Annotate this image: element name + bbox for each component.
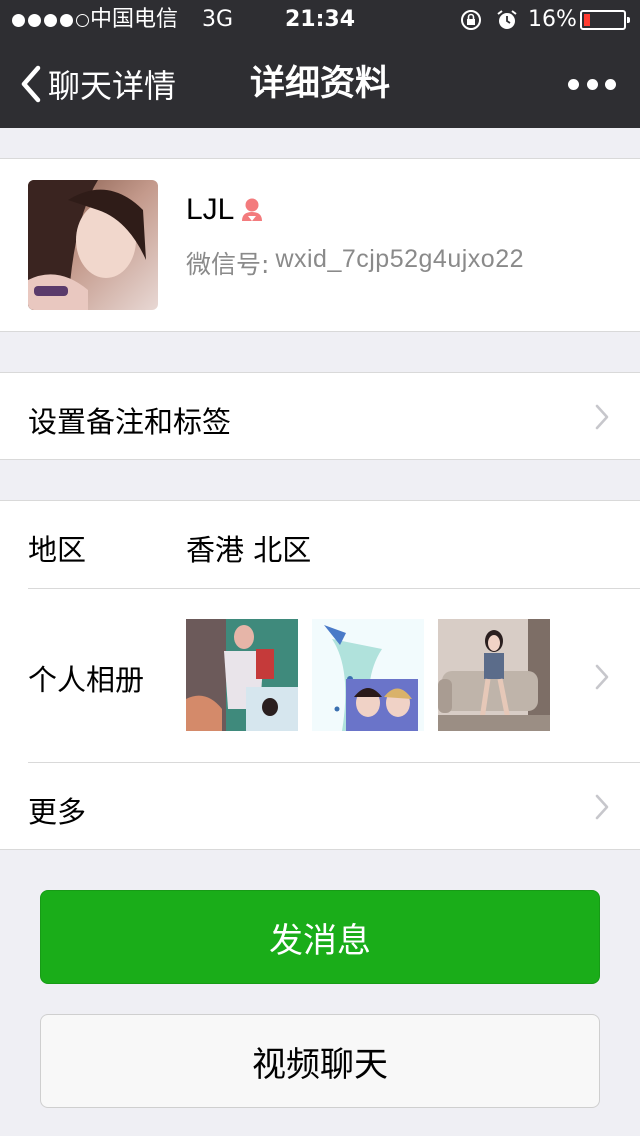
info-group: 地区 香港 北区 个人相册 更多 xyxy=(0,500,640,850)
page-title: 详细资料 xyxy=(249,64,390,104)
name-row: LJL xyxy=(186,193,266,227)
battery-icon xyxy=(580,10,630,30)
dot-icon xyxy=(586,78,598,90)
chevron-right-icon xyxy=(595,404,609,430)
remark-label: 设置备注和标签 xyxy=(28,405,232,439)
nav-bar: 聊天详情 详细资料 xyxy=(0,40,640,128)
chevron-right-icon xyxy=(595,794,609,820)
set-remark-tags-row[interactable]: 设置备注和标签 xyxy=(0,372,640,460)
alarm-icon xyxy=(497,10,517,29)
female-icon xyxy=(242,198,263,221)
avatar[interactable] xyxy=(28,180,158,310)
personal-album-row[interactable]: 个人相册 xyxy=(0,589,640,763)
profile-card: LJL 微信号: wxid_7cjp52g4ujxo22 xyxy=(0,158,640,332)
wechat-id-row: 微信号: wxid_7cjp52g4ujxo22 xyxy=(186,245,524,281)
album-thumbnail xyxy=(186,619,298,731)
dot-icon xyxy=(568,78,579,90)
more-row[interactable]: 更多 xyxy=(0,763,640,850)
region-value: 香港 北区 xyxy=(186,533,312,567)
more-options-button[interactable] xyxy=(568,76,616,92)
album-label: 个人相册 xyxy=(28,663,145,697)
wechat-id-label: 微信号: xyxy=(186,250,270,279)
dot-icon xyxy=(605,78,616,90)
status-bar: 中国电信 3G 21:34 16% xyxy=(0,0,640,40)
more-label: 更多 xyxy=(28,795,87,829)
album-thumbnail xyxy=(438,619,550,731)
rotation-lock-icon xyxy=(461,10,481,30)
video-call-button[interactable]: 视频聊天 xyxy=(40,1014,600,1108)
region-row: 地区 香港 北区 xyxy=(0,501,640,589)
display-name: LJL xyxy=(186,193,235,226)
send-message-button[interactable]: 发消息 xyxy=(40,890,600,984)
chevron-right-icon xyxy=(595,664,609,690)
region-label: 地区 xyxy=(28,533,87,567)
album-thumbnail xyxy=(312,619,424,731)
battery-percentage: 16% xyxy=(528,7,577,32)
wechat-id-value: wxid_7cjp52g4ujxo22 xyxy=(275,245,524,273)
top-bar: 中国电信 3G 21:34 16% 聊天详情 详细资料 xyxy=(0,0,640,128)
